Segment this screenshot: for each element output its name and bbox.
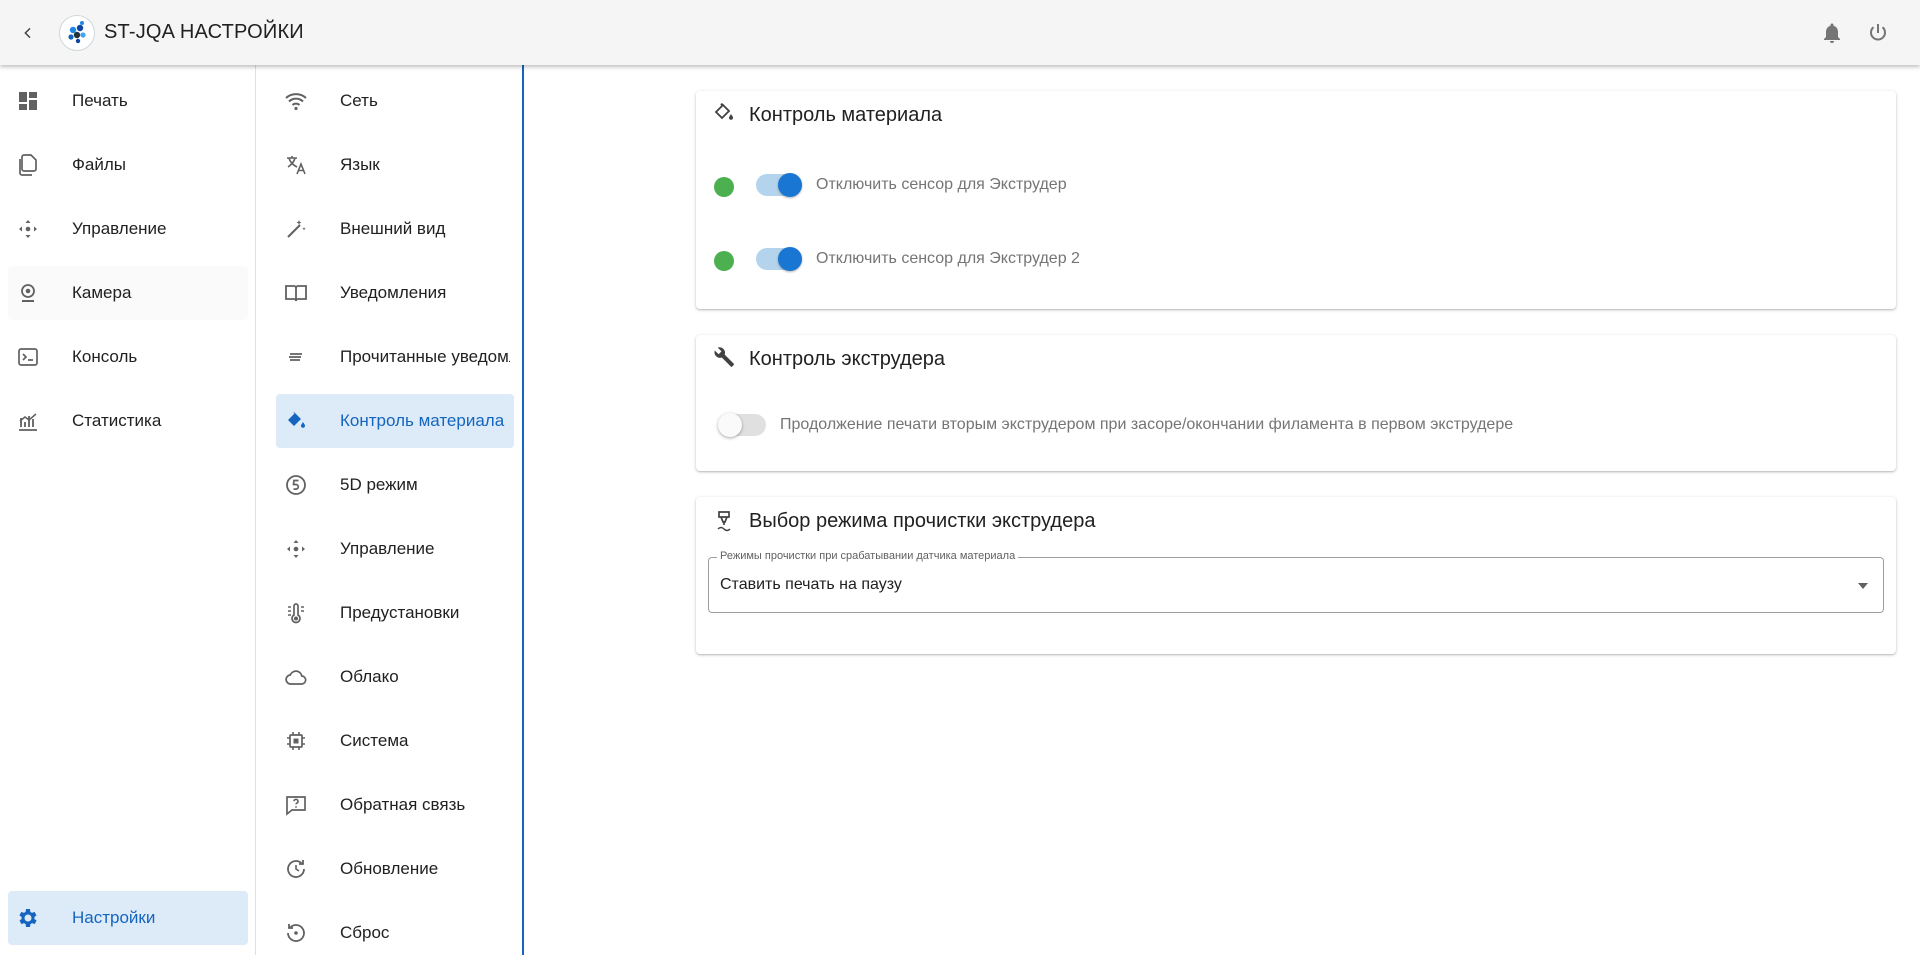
tab-network[interactable]: Сеть <box>276 74 514 128</box>
sidebar-item-label: Статистика <box>72 411 162 430</box>
thermometer-icon <box>288 603 304 624</box>
settings-menu-label: Сеть <box>340 91 378 110</box>
power-button[interactable] <box>1866 21 1892 47</box>
tab-language[interactable]: Язык <box>276 138 514 192</box>
five-circle-icon <box>286 475 306 495</box>
purge-mode-card: Выбор режима прочистки экструдера Режимы… <box>696 497 1896 654</box>
console-icon <box>18 348 38 366</box>
sidebar-item-camera[interactable]: Камера <box>8 266 248 320</box>
tab-notifications[interactable]: Уведомления <box>276 266 514 320</box>
move-arrows-icon <box>287 540 305 558</box>
sidebar-item-label: Консоль <box>72 347 138 366</box>
sidebar-item-print[interactable]: Печать <box>8 74 248 128</box>
settings-menu: Сеть Язык Внешний вид Уведомления Прочит… <box>256 65 524 955</box>
card-title: Контроль экструдера <box>749 348 946 370</box>
tab-system[interactable]: Система <box>276 714 514 768</box>
bell-icon <box>1824 23 1840 43</box>
settings-menu-label: Обратная связь <box>340 795 466 814</box>
settings-menu-label: Предустановки <box>340 603 460 622</box>
files-icon <box>19 154 37 176</box>
wifi-icon <box>285 93 307 111</box>
extruder-2-sensor-toggle[interactable] <box>754 245 804 273</box>
paint-bucket-icon <box>288 412 305 428</box>
paint-bucket-icon <box>714 103 733 120</box>
settings-menu-label: Система <box>340 731 409 750</box>
back-button[interactable] <box>14 19 42 47</box>
app-logo <box>59 15 95 51</box>
cloud-icon <box>285 670 307 685</box>
app-title: ST-JQA НАСТРОЙКИ <box>104 21 304 44</box>
webcam-icon <box>21 284 35 302</box>
feedback-icon <box>286 796 306 816</box>
app-bar: ST-JQA НАСТРОЙКИ <box>0 0 1920 65</box>
sidebar-item-settings[interactable]: Настройки <box>8 891 248 945</box>
chip-icon <box>287 732 305 750</box>
gear-icon <box>19 909 37 927</box>
settings-menu-label: Язык <box>340 155 380 174</box>
chevron-left-icon <box>24 27 31 39</box>
sidebar-item-statistics[interactable]: Статистика <box>8 394 248 448</box>
dashboard-icon <box>19 92 37 110</box>
toggle-label: Отключить сенсор для Экструдер 2 <box>816 250 1080 267</box>
tab-5d-mode[interactable]: 5D режим <box>276 458 514 512</box>
sensor-status-indicator <box>714 251 734 271</box>
purge-mode-select[interactable]: Режимы прочистки при срабатывании датчик… <box>708 550 1884 613</box>
extruder-control-card: Контроль экструдера Продолжение печати в… <box>696 335 1896 471</box>
sidebar-item-label: Управление <box>72 219 167 238</box>
settings-menu-label: Облако <box>340 667 399 686</box>
select-label: Режимы прочистки при срабатывании датчик… <box>717 550 1019 562</box>
chart-icon <box>19 413 37 431</box>
material-control-card: Контроль материала Отключить сенсор для … <box>696 91 1896 309</box>
tab-feedback[interactable]: Обратная связь <box>276 778 514 832</box>
settings-menu-label: Обновление <box>340 859 439 878</box>
magic-wand-icon <box>287 220 306 238</box>
reset-icon <box>287 924 305 942</box>
tab-appearance[interactable]: Внешний вид <box>276 202 514 256</box>
nozzle-icon <box>717 511 731 532</box>
tab-material-control[interactable]: Контроль материала <box>276 394 514 448</box>
settings-menu-label: Прочитанные уведомления <box>340 347 510 366</box>
notes-icon <box>289 353 302 361</box>
card-title: Контроль материала <box>749 104 943 126</box>
main-sidebar: Печать Файлы Управление Камера Консоль С… <box>0 65 256 955</box>
sidebar-item-label: Файлы <box>72 155 127 174</box>
sidebar-item-control[interactable]: Управление <box>8 202 248 256</box>
update-icon <box>287 860 305 878</box>
sidebar-item-label: Камера <box>72 283 132 302</box>
sensor-status-indicator <box>714 177 734 197</box>
settings-menu-label: Контроль материала <box>340 411 505 430</box>
move-arrows-icon <box>19 220 37 238</box>
page-title: НАСТРОЙКИ <box>179 21 304 43</box>
book-icon <box>285 285 307 302</box>
caret-down-icon <box>1858 583 1868 589</box>
device-name: ST-JQA <box>104 21 175 43</box>
tab-reset[interactable]: Сброс <box>276 906 514 960</box>
settings-menu-label: Управление <box>340 539 435 558</box>
second-extruder-continue-toggle[interactable] <box>718 411 768 439</box>
power-icon <box>1870 24 1886 41</box>
tab-read-notifications[interactable]: Прочитанные уведомления <box>276 330 514 384</box>
settings-menu-label: Уведомления <box>340 283 447 302</box>
settings-menu-label: 5D режим <box>340 475 418 494</box>
sidebar-item-console[interactable]: Консоль <box>8 330 248 384</box>
tab-control[interactable]: Управление <box>276 522 514 576</box>
sidebar-item-label: Печать <box>72 91 128 110</box>
tab-presets[interactable]: Предустановки <box>276 586 514 640</box>
settings-menu-label: Внешний вид <box>340 219 446 238</box>
sidebar-item-label: Настройки <box>72 908 156 927</box>
select-value: Ставить печать на паузу <box>720 576 902 593</box>
tab-update[interactable]: Обновление <box>276 842 514 896</box>
settings-menu-label: Сброс <box>340 923 390 942</box>
sidebar-item-files[interactable]: Файлы <box>8 138 248 192</box>
extruder-1-sensor-toggle[interactable] <box>754 171 804 199</box>
wrench-icon <box>714 347 734 367</box>
toggle-label: Отключить сенсор для Экструдер <box>816 176 1067 193</box>
translate-icon <box>287 156 306 175</box>
tab-cloud[interactable]: Облако <box>276 650 514 704</box>
toggle-label: Продолжение печати вторым экструдером пр… <box>780 416 1514 433</box>
card-title: Выбор режима прочистки экструдера <box>749 510 1096 532</box>
notifications-button[interactable] <box>1820 21 1846 47</box>
